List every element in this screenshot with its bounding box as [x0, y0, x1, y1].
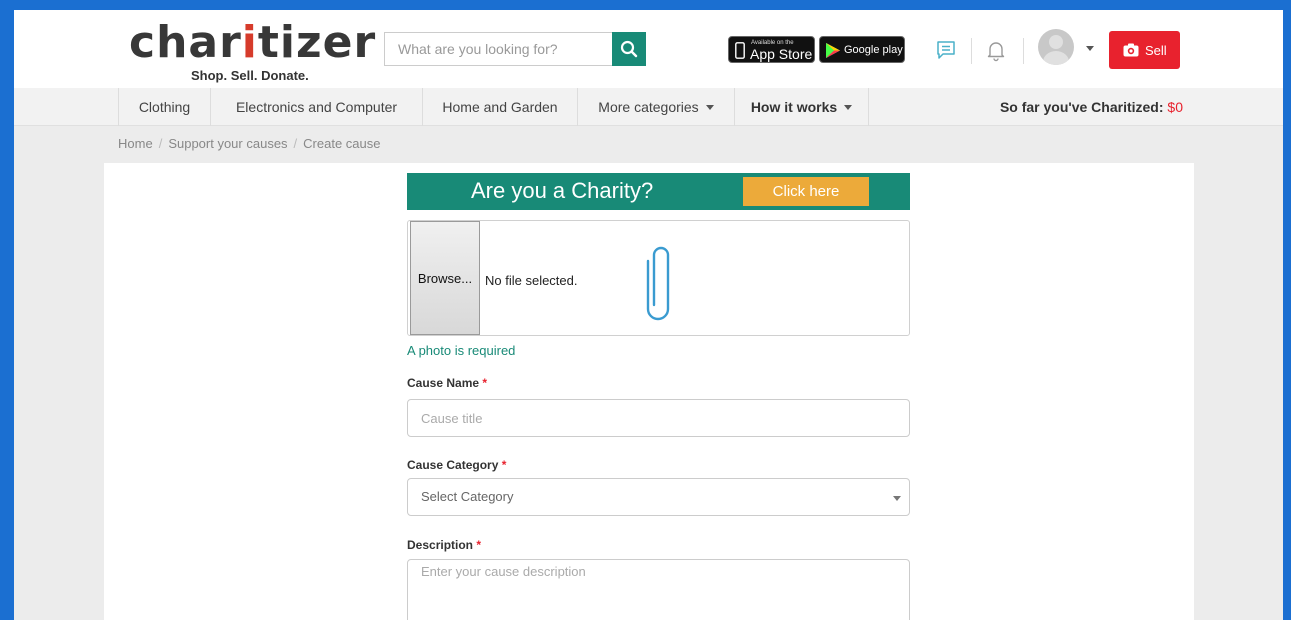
sell-button[interactable]: Sell: [1109, 31, 1180, 69]
charitized-label: So far you've Charitized:: [999, 99, 1164, 115]
logo-tagline: Shop. Sell. Donate.: [191, 68, 309, 83]
cause-category-select[interactable]: Select Category: [407, 478, 910, 516]
breadcrumb-support-causes[interactable]: Support your causes: [168, 136, 287, 151]
nav-item-more-categories[interactable]: More categories: [577, 88, 734, 126]
avatar-head: [1049, 35, 1063, 49]
search-button[interactable]: [612, 32, 646, 66]
nav-item-label: More categories: [598, 99, 699, 115]
photo-required-message: A photo is required: [407, 343, 516, 358]
message-icon[interactable]: [934, 38, 958, 62]
required-star: *: [501, 458, 507, 472]
required-star: *: [476, 538, 482, 552]
chevron-down-icon: [893, 496, 901, 501]
google-play-icon: [826, 43, 840, 58]
click-here-button[interactable]: Click here: [743, 177, 869, 206]
charity-banner: Are you a Charity? Click here: [407, 173, 910, 210]
avatar-body: [1043, 51, 1069, 65]
no-file-text: No file selected.: [485, 273, 578, 288]
header-divider: [1023, 38, 1024, 64]
gplay-text: Google play: [844, 44, 903, 56]
search-bar: [384, 32, 646, 66]
description-textarea[interactable]: [407, 559, 910, 620]
header-divider: [971, 38, 972, 64]
photo-upload[interactable]: Browse... No file selected.: [407, 220, 910, 336]
breadcrumb: Home / Support your causes / Create cause: [118, 136, 381, 151]
nav-item-label: Electronics and Computer: [235, 99, 398, 115]
breadcrumb-home[interactable]: Home: [118, 136, 153, 151]
bell-icon[interactable]: [984, 38, 1008, 62]
avatar[interactable]: [1038, 29, 1074, 65]
charitizer-logo[interactable]: charitizer Shop. Sell. Donate.: [129, 18, 379, 84]
nav-item-home-garden[interactable]: Home and Garden: [422, 88, 577, 126]
nav-item-label: Clothing: [138, 99, 191, 115]
chevron-down-icon: [844, 105, 853, 110]
logo-wordmark: charitizer: [129, 17, 377, 68]
camera-icon: [1123, 43, 1139, 57]
label-text: Description: [407, 538, 474, 552]
google-play-badge[interactable]: Google play: [819, 36, 905, 63]
site-header: charitizer Shop. Sell. Donate. Available…: [14, 10, 1283, 88]
nav-item-clothing[interactable]: Clothing: [118, 88, 210, 126]
description-label: Description *: [407, 538, 481, 552]
required-star: *: [482, 376, 488, 390]
nav-item-label: How it works: [750, 99, 838, 115]
label-text: Cause Category: [407, 458, 499, 472]
breadcrumb-separator: /: [158, 136, 163, 151]
phone-icon: [735, 42, 745, 59]
charity-banner-title: Are you a Charity?: [471, 178, 654, 203]
search-input[interactable]: [385, 33, 611, 65]
charitized-amount: $0: [1167, 99, 1183, 115]
breadcrumb-separator: /: [293, 136, 298, 151]
chevron-down-icon: [705, 105, 714, 110]
cause-name-input[interactable]: [407, 399, 910, 437]
browse-button[interactable]: Browse...: [410, 221, 480, 335]
category-selected-value: Select Category: [421, 489, 514, 504]
search-icon: [620, 40, 638, 58]
sell-label: Sell: [1145, 43, 1167, 58]
paperclip-icon: [646, 246, 670, 321]
cause-name-label: Cause Name *: [407, 376, 487, 390]
charitized-total: So far you've Charitized: $0: [1000, 88, 1183, 126]
nav-item-how-it-works[interactable]: How it works: [734, 88, 869, 126]
appstore-big-text: App Store: [750, 46, 813, 62]
app-store-badge[interactable]: Available on the App Store: [728, 36, 815, 63]
nav-item-electronics[interactable]: Electronics and Computer: [210, 88, 422, 126]
chevron-down-icon[interactable]: [1086, 46, 1094, 51]
nav-item-label: Home and Garden: [442, 99, 558, 115]
breadcrumb-current: Create cause: [303, 136, 381, 151]
category-nav: Clothing Electronics and Computer Home a…: [14, 88, 1283, 126]
cause-category-label: Cause Category *: [407, 458, 506, 472]
browser-viewport: charitizer Shop. Sell. Donate. Available…: [14, 10, 1283, 620]
label-text: Cause Name: [407, 376, 480, 390]
